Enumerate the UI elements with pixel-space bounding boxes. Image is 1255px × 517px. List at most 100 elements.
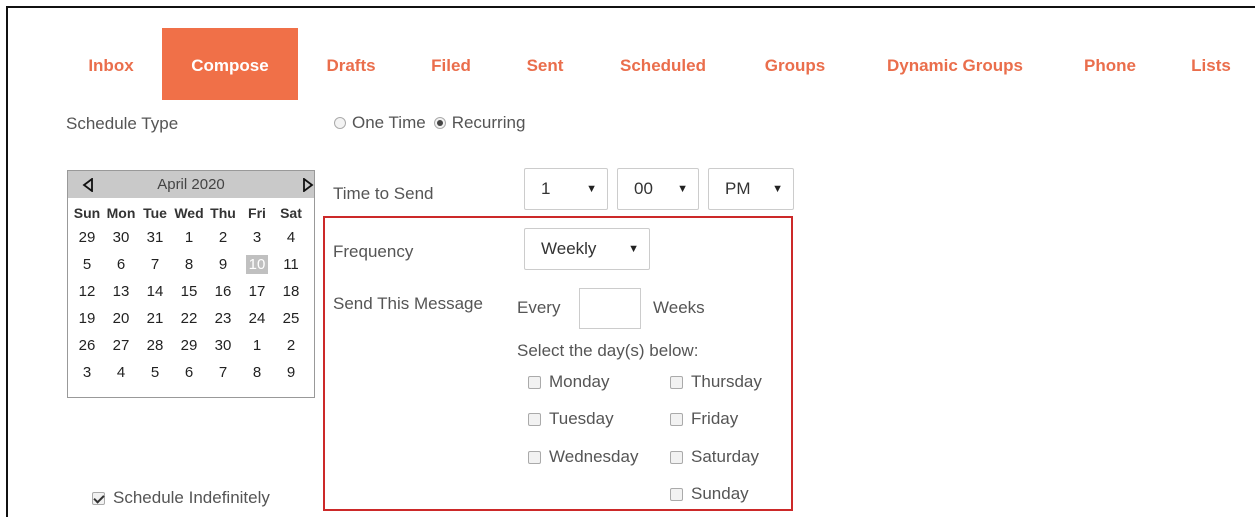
calendar-header: April 2020 — [68, 171, 314, 198]
hour-select[interactable]: 1 ▼ — [524, 168, 608, 210]
checkbox-wednesday[interactable] — [528, 450, 541, 464]
radio-one-time[interactable] — [334, 117, 346, 129]
calendar-day-number: 25 — [282, 310, 300, 327]
calendar-day[interactable]: 25 — [274, 305, 308, 332]
calendar-day[interactable]: 1 — [240, 332, 274, 359]
calendar-day[interactable]: 14 — [138, 278, 172, 305]
tab-phone[interactable]: Phone — [1068, 28, 1152, 100]
calendar-day[interactable]: 3 — [70, 359, 104, 386]
radio-recurring[interactable] — [433, 117, 446, 129]
checkbox-sunday[interactable] — [670, 487, 683, 501]
day-sunday[interactable]: Sunday — [670, 484, 749, 504]
calendar-day[interactable]: 9 — [206, 251, 240, 278]
tab-filed[interactable]: Filed — [413, 28, 489, 100]
tab-sent[interactable]: Sent — [509, 28, 581, 100]
every-weeks-input[interactable] — [579, 288, 641, 329]
frequency-label: Frequency — [333, 242, 414, 261]
calendar-day[interactable]: 6 — [172, 359, 206, 386]
calendar-day[interactable]: 12 — [70, 278, 104, 305]
day-wednesday[interactable]: Wednesday — [528, 447, 638, 467]
calendar-day-number: 22 — [180, 310, 198, 327]
calendar-day[interactable]: 30 — [206, 332, 240, 359]
calendar-day[interactable]: 23 — [206, 305, 240, 332]
calendar-day[interactable]: 10 — [240, 251, 274, 278]
calendar-day[interactable]: 31 — [138, 224, 172, 251]
calendar-day[interactable]: 21 — [138, 305, 172, 332]
calendar-day[interactable]: 30 — [104, 224, 138, 251]
tab-groups[interactable]: Groups — [748, 28, 842, 100]
checkbox-monday[interactable] — [528, 375, 541, 389]
chevron-down-icon: ▼ — [586, 183, 597, 195]
calendar-day[interactable]: 6 — [104, 251, 138, 278]
calendar-day[interactable]: 3 — [240, 224, 274, 251]
calendar-day[interactable]: 8 — [172, 251, 206, 278]
calendar-day[interactable]: 7 — [206, 359, 240, 386]
next-month-icon[interactable] — [292, 171, 314, 198]
chevron-down-icon: ▼ — [677, 183, 688, 195]
checkbox-friday[interactable] — [670, 412, 683, 426]
minute-select[interactable]: 00 ▼ — [617, 168, 699, 210]
tab-dynamic-groups[interactable]: Dynamic Groups — [868, 28, 1042, 100]
calendar-day[interactable]: 19 — [70, 305, 104, 332]
calendar-day[interactable]: 27 — [104, 332, 138, 359]
calendar-day[interactable]: 22 — [172, 305, 206, 332]
day-thursday[interactable]: Thursday — [670, 372, 762, 392]
tab-inbox[interactable]: Inbox — [62, 28, 160, 100]
ampm-select[interactable]: PM ▼ — [708, 168, 794, 210]
day-thursday-label: Thursday — [691, 372, 762, 391]
day-saturday[interactable]: Saturday — [670, 447, 759, 467]
calendar-day[interactable]: 18 — [274, 278, 308, 305]
calendar-day[interactable]: 5 — [70, 251, 104, 278]
prev-month-icon[interactable] — [72, 171, 93, 198]
calendar-week-row: 3 4 5 6 7 8 9 — [70, 359, 308, 386]
frequency-select[interactable]: Weekly ▼ — [524, 228, 650, 270]
checkbox-schedule-indefinitely[interactable] — [92, 491, 105, 505]
calendar-day-number: 27 — [112, 337, 130, 354]
day-monday[interactable]: Monday — [528, 372, 609, 392]
calendar-day[interactable]: 2 — [274, 332, 308, 359]
calendar-day[interactable]: 29 — [172, 332, 206, 359]
chevron-down-icon: ▼ — [628, 243, 639, 255]
calendar-day[interactable]: 28 — [138, 332, 172, 359]
calendar-day[interactable]: 8 — [240, 359, 274, 386]
frequency-select-value: Weekly — [541, 239, 597, 258]
calendar-day[interactable]: 29 — [70, 224, 104, 251]
calendar-day[interactable]: 17 — [240, 278, 274, 305]
calendar-day-number: 31 — [146, 229, 164, 246]
calendar-day-number: 6 — [116, 256, 126, 273]
calendar-day[interactable]: 15 — [172, 278, 206, 305]
tab-drafts[interactable]: Drafts — [309, 28, 393, 100]
calendar-week-row: 19 20 21 22 23 24 25 — [70, 305, 308, 332]
calendar-day-number: 19 — [78, 310, 96, 327]
send-this-message-label: Send This Message — [333, 294, 483, 313]
calendar-day[interactable]: 26 — [70, 332, 104, 359]
calendar-day[interactable]: 24 — [240, 305, 274, 332]
calendar-day[interactable]: 7 — [138, 251, 172, 278]
tab-scheduled[interactable]: Scheduled — [601, 28, 725, 100]
tab-lists[interactable]: Lists — [1180, 28, 1242, 100]
calendar-day[interactable]: 9 — [274, 359, 308, 386]
weekday-header: Thu — [210, 205, 236, 221]
calendar-day[interactable]: 1 — [172, 224, 206, 251]
day-friday[interactable]: Friday — [670, 409, 738, 429]
day-tuesday[interactable]: Tuesday — [528, 409, 614, 429]
checkbox-thursday[interactable] — [670, 375, 683, 389]
tab-compose[interactable]: Compose — [162, 28, 298, 100]
calendar-day[interactable]: 4 — [274, 224, 308, 251]
calendar-day-number: 4 — [286, 229, 296, 246]
calendar-day-number: 20 — [112, 310, 130, 327]
checkbox-saturday[interactable] — [670, 450, 683, 464]
calendar-day[interactable]: 4 — [104, 359, 138, 386]
calendar-day[interactable]: 5 — [138, 359, 172, 386]
calendar-day-number: 18 — [282, 283, 300, 300]
calendar-day[interactable]: 16 — [206, 278, 240, 305]
weekday-header: Tue — [143, 205, 167, 221]
calendar-day[interactable]: 11 — [274, 251, 308, 278]
calendar-day[interactable]: 2 — [206, 224, 240, 251]
ampm-select-value: PM — [725, 179, 751, 198]
minute-select-value: 00 — [634, 179, 653, 198]
calendar-day[interactable]: 13 — [104, 278, 138, 305]
checkbox-tuesday[interactable] — [528, 412, 541, 426]
schedule-indefinitely[interactable]: Schedule Indefinitely — [92, 488, 270, 508]
calendar-day[interactable]: 20 — [104, 305, 138, 332]
